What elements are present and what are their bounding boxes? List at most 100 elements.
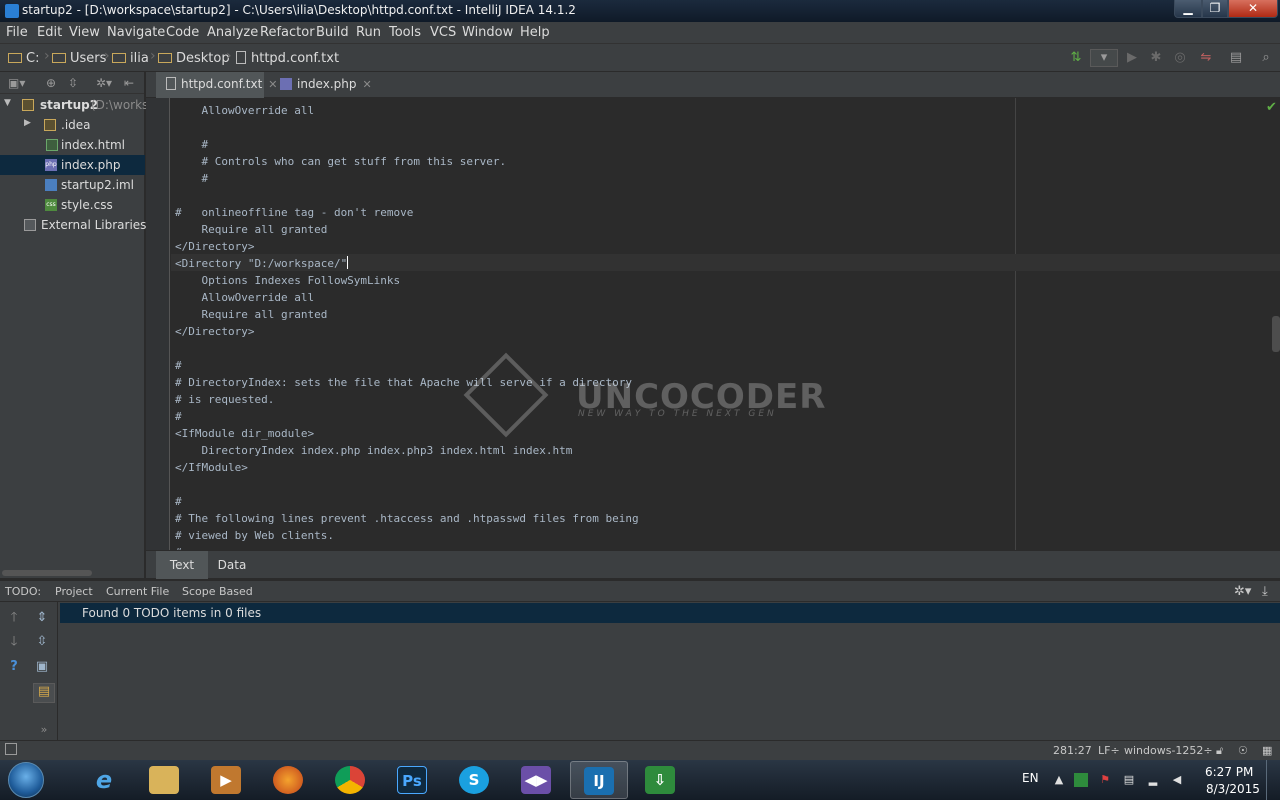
close-tab-icon[interactable]: ✕ (362, 78, 371, 91)
expand-arrow-icon[interactable]: ▼ (4, 98, 11, 108)
code-line[interactable]: </IfModule> (175, 459, 248, 476)
menu-code[interactable]: Code (166, 25, 199, 40)
breadcrumb-desktop[interactable]: Desktop (158, 51, 230, 66)
taskbar-intellij-idea[interactable]: IJ (570, 761, 628, 799)
clock-date[interactable]: 8/3/2015 (1206, 782, 1260, 796)
menu-edit[interactable]: Edit (37, 25, 62, 40)
code-line[interactable]: # viewed by Web clients. (175, 527, 334, 544)
input-language[interactable]: EN (1022, 771, 1039, 785)
hide-panel-icon[interactable]: ⤓ (1262, 584, 1268, 599)
network-icon[interactable]: ▂ (1146, 773, 1160, 787)
close-button[interactable]: ✕ (1228, 0, 1278, 18)
code-line[interactable]: # (175, 357, 182, 374)
tree-item-index-php[interactable]: php index.php (0, 155, 145, 175)
breadcrumb-file[interactable]: httpd.conf.txt (236, 51, 339, 66)
maximize-button[interactable]: ❐ (1202, 0, 1228, 18)
code-line[interactable]: </Directory> (175, 238, 254, 255)
code-line[interactable]: # Controls who can get stuff from this s… (175, 153, 506, 170)
search-icon[interactable]: ⌕ (1258, 50, 1274, 66)
expand-arrow-icon[interactable]: ▶ (24, 118, 31, 128)
download-manager-tray-icon[interactable] (1074, 773, 1088, 787)
editor-gutter[interactable] (146, 98, 170, 550)
gear-icon[interactable]: ✲▾ (1234, 584, 1251, 599)
menu-window[interactable]: Window (462, 25, 513, 40)
menu-vcs[interactable]: VCS (430, 25, 456, 40)
tree-item-index-html[interactable]: index.html (0, 135, 145, 155)
breadcrumb-ilia[interactable]: ilia (112, 51, 149, 66)
gear-icon[interactable]: ✲▾ (96, 76, 112, 90)
tab-data[interactable]: Data (210, 551, 254, 579)
menu-navigate[interactable]: Navigate (107, 25, 165, 40)
menu-view[interactable]: View (69, 25, 100, 40)
coverage-icon[interactable]: ◎ (1172, 50, 1188, 66)
code-line-current[interactable]: <Directory "D:/workspace/" (175, 255, 349, 272)
menu-build[interactable]: Build (316, 25, 349, 40)
code-line[interactable]: AllowOverride all (175, 289, 314, 306)
group-by-folder-icon[interactable]: ▤ (33, 683, 55, 703)
code-line[interactable]: # (175, 408, 182, 425)
expand-all-icon[interactable]: ⇕ (34, 610, 50, 626)
code-line[interactable]: # DirectoryIndex: sets the file that Apa… (175, 374, 632, 391)
line-separator[interactable]: LF÷ (1098, 744, 1120, 757)
tree-item-startup2-iml[interactable]: startup2.iml (0, 175, 145, 195)
todo-tab-current-file[interactable]: Current File (106, 585, 169, 598)
next-icon[interactable]: 🡓 (6, 634, 22, 650)
vcs-icon[interactable]: ⇋ (1198, 50, 1214, 66)
code-editor[interactable]: AllowOverride all # # Controls who can g… (146, 98, 1280, 550)
code-line[interactable]: AllowOverride all (175, 102, 314, 119)
run-icon[interactable]: ▶ (1124, 50, 1140, 66)
breadcrumb-users[interactable]: Users (52, 51, 106, 66)
previous-icon[interactable]: 🡑 (6, 610, 22, 626)
scroll-from-source-icon[interactable]: ⊕ (46, 76, 56, 90)
horizontal-scrollbar[interactable] (2, 570, 92, 576)
caret-position[interactable]: 281:27 (1053, 744, 1092, 757)
minimize-button[interactable]: ▁ (1174, 0, 1202, 18)
make-project-icon[interactable]: ⇅ (1068, 50, 1084, 66)
help-icon[interactable]: ? (6, 659, 22, 675)
code-line[interactable]: # (175, 170, 208, 187)
lock-icon[interactable]: 🔓︎ (1216, 744, 1223, 758)
collapse-all-icon[interactable]: ⇳ (68, 76, 78, 90)
collapse-all-icon[interactable]: ⇳ (34, 634, 50, 650)
start-button[interactable] (8, 762, 44, 798)
todo-result-row[interactable]: Found 0 TODO items in 0 files (60, 603, 1280, 623)
hide-panel-icon[interactable]: ⇤ (124, 76, 134, 90)
code-line[interactable]: </Directory> (175, 323, 254, 340)
inspection-ok-icon[interactable]: ✔ (1266, 100, 1277, 115)
taskbar-file-explorer[interactable] (136, 761, 194, 799)
show-hidden-icons-icon[interactable]: ▲ (1052, 773, 1066, 787)
tool-windows-icon[interactable] (5, 743, 17, 755)
code-line[interactable]: DirectoryIndex index.php index.php3 inde… (175, 442, 572, 459)
settings-icon[interactable]: ▤ (1228, 50, 1244, 66)
code-line[interactable]: Require all granted (175, 221, 327, 238)
taskbar-firefox[interactable] (260, 761, 318, 799)
code-line[interactable]: Options Indexes FollowSymLinks (175, 272, 400, 289)
flag-icon[interactable]: ⚑ (1098, 773, 1112, 787)
preview-icon[interactable]: ▣ (34, 659, 50, 675)
tree-item-style-css[interactable]: css style.css (0, 195, 145, 215)
menu-file[interactable]: File (6, 25, 28, 40)
menu-refactor[interactable]: Refactor (260, 25, 315, 40)
taskbar-internet-explorer[interactable]: e (76, 761, 134, 799)
tree-item-idea[interactable]: ▶ .idea (0, 115, 145, 135)
taskbar-download-manager[interactable]: ⇩ (632, 761, 690, 799)
todo-tab-scope-based[interactable]: Scope Based (182, 585, 253, 598)
taskbar-chrome[interactable] (322, 761, 380, 799)
tree-item-external-libraries[interactable]: External Libraries (0, 215, 146, 235)
tree-item-root[interactable]: ▼ startup2 (D:\worksp (0, 95, 156, 115)
taskbar-visual-studio[interactable]: ◀▶ (508, 761, 566, 799)
tab-text[interactable]: Text (156, 551, 208, 579)
menu-tools[interactable]: Tools (389, 25, 421, 40)
usb-device-icon[interactable]: ▤ (1122, 773, 1136, 787)
code-line[interactable]: # is requested. (175, 391, 274, 408)
taskbar-photoshop[interactable]: Ps (384, 761, 442, 799)
clock-time[interactable]: 6:27 PM (1205, 765, 1253, 779)
todo-tab-project[interactable]: Project (55, 585, 93, 598)
menu-run[interactable]: Run (356, 25, 381, 40)
show-desktop-button[interactable] (1266, 760, 1280, 800)
vertical-scrollbar-thumb[interactable] (1272, 316, 1280, 352)
breadcrumb-drive[interactable]: C: (8, 51, 39, 66)
volume-icon[interactable]: ◀ (1170, 773, 1184, 787)
menu-analyze[interactable]: Analyze (207, 25, 258, 40)
tab-httpd-conf[interactable]: httpd.conf.txt ✕ (156, 72, 278, 98)
